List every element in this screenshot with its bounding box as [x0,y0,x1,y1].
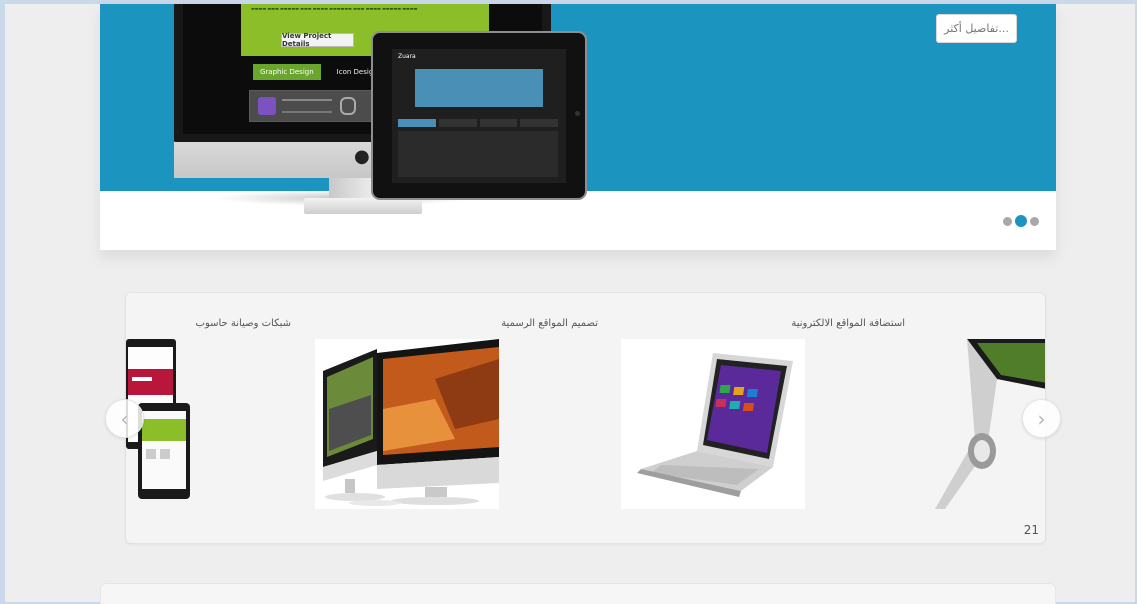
service-image-web-design[interactable] [315,339,499,509]
preview-row [249,90,391,122]
service-title-hosting[interactable]: استضافة المواقع الالكترونية [791,318,905,329]
service-title-web-design[interactable]: تصميم المواقع الرسمية [501,318,598,329]
slider-dot-1[interactable] [1003,216,1012,226]
imac-foot [304,198,422,214]
preview-tab-graphic: Graphic Design [253,64,321,80]
ipad-rows [398,131,558,177]
ipad-home-button [575,111,580,116]
hero-slider: ▬▬▬▬ ▬▬▬ ▬▬▬▬▬ ▬▬▬ ▬▬▬▬ ▬▬▬▬▬▬ ▬▬▬ ▬▬▬▬ … [100,4,1056,250]
next-section-panel [100,583,1056,604]
service-title-networks[interactable]: شبكات وصيانة حاسوب [196,318,291,329]
ipad-logo: Zuara [398,53,416,60]
ring-icon [340,97,356,115]
page-number: 21 [1023,523,1039,537]
monitor-icon [258,97,276,115]
ipad-illustration: Zuara [371,31,587,200]
laptop-image [621,339,805,509]
more-details-button[interactable]: تفاصيل أكثر... [936,14,1017,43]
hero-slide: ▬▬▬▬ ▬▬▬ ▬▬▬▬▬ ▬▬▬ ▬▬▬▬ ▬▬▬▬▬▬ ▬▬▬ ▬▬▬▬ … [100,4,1056,214]
slider-dot-3[interactable] [1030,216,1039,226]
slider-dot-2[interactable] [1015,215,1027,227]
apple-logo-icon: ● [354,146,370,167]
slider-dots [1003,215,1039,227]
chevron-right-icon: › [1037,406,1046,431]
imacs-image [315,339,499,509]
carousel-prev-button[interactable]: ‹ [105,399,144,438]
chevron-left-icon: ‹ [120,406,129,431]
view-project-button: View Project Details [281,32,354,48]
preview-tabs: Graphic Design Icon Design [253,64,384,80]
ipad-banner [415,69,543,107]
service-image-hosting[interactable] [621,339,805,509]
carousel-next-button[interactable]: › [1022,399,1061,438]
ipad-screen: Zuara [392,49,566,183]
ipad-tabs [398,119,558,127]
services-carousel: استضافة المواقع الالكترونية تصميم المواق… [125,292,1046,544]
